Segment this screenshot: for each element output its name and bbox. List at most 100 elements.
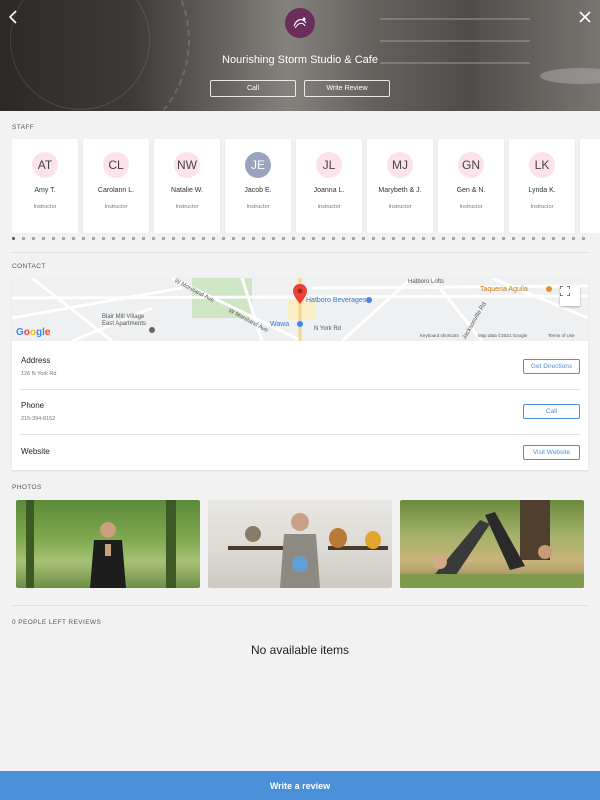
pagination-dot[interactable] <box>532 237 535 240</box>
pagination-dot[interactable] <box>512 237 515 240</box>
visit-website-button[interactable]: Visit Website <box>523 445 580 460</box>
pagination-dot[interactable] <box>362 237 365 240</box>
pagination-dot[interactable] <box>572 237 575 240</box>
pagination-dot[interactable] <box>142 237 145 240</box>
staff-card[interactable]: MJ Marybeth & J. Instructor <box>367 139 433 233</box>
avatar: GN <box>458 152 484 178</box>
pagination-dot[interactable] <box>442 237 445 240</box>
map[interactable]: Blair Mill Village East Apartments Hatbo… <box>12 278 588 341</box>
staff-role: Instructor <box>246 204 270 210</box>
studio-logo-icon <box>285 8 315 38</box>
pagination-dot[interactable] <box>302 237 305 240</box>
staff-name: Natalie W. <box>171 187 203 194</box>
pagination-dot[interactable] <box>32 237 35 240</box>
pagination-dot[interactable] <box>72 237 75 240</box>
pagination-dot[interactable] <box>312 237 315 240</box>
fullscreen-icon[interactable] <box>560 286 580 306</box>
pagination-dot[interactable] <box>132 237 135 240</box>
pagination-dot[interactable] <box>322 237 325 240</box>
pagination-dot[interactable] <box>492 237 495 240</box>
pagination-dot[interactable] <box>192 237 195 240</box>
pagination-dot[interactable] <box>472 237 475 240</box>
pagination-dot[interactable] <box>332 237 335 240</box>
pagination-dot[interactable] <box>102 237 105 240</box>
phone-label: Phone <box>21 401 45 410</box>
staff-card[interactable]: NW Natalie W. Instructor <box>154 139 220 233</box>
pagination-dot[interactable] <box>502 237 505 240</box>
staff-card[interactable]: AT Amy T. Instructor <box>12 139 78 233</box>
pagination-dot[interactable] <box>232 237 235 240</box>
staff-card[interactable]: LK Lynda K. Instructor <box>509 139 575 233</box>
pagination-dot[interactable] <box>522 237 525 240</box>
photo-yoga-forest[interactable] <box>16 500 200 588</box>
pagination-dot[interactable] <box>462 237 465 240</box>
pagination-dot[interactable] <box>42 237 45 240</box>
pagination-dot[interactable] <box>172 237 175 240</box>
pagination-dot[interactable] <box>92 237 95 240</box>
staff-name: Amy T. <box>34 187 56 194</box>
pagination-dot[interactable] <box>22 237 25 240</box>
pagination-dot[interactable] <box>432 237 435 240</box>
staff-card[interactable]: GN Gen & N. Instructor <box>438 139 504 233</box>
address-label: Address <box>21 356 51 365</box>
pagination-dot[interactable] <box>222 237 225 240</box>
write-a-review-button[interactable]: Write a review <box>0 771 600 800</box>
staff-card-partial[interactable] <box>580 139 600 233</box>
pagination-dot[interactable] <box>452 237 455 240</box>
google-letter: G <box>16 327 24 338</box>
pagination-dot[interactable] <box>112 237 115 240</box>
pagination-dot[interactable] <box>382 237 385 240</box>
get-directions-button[interactable]: Get Directions <box>523 359 580 374</box>
address-row: Address 126 N York Rd Get Directions <box>20 344 580 388</box>
pagination-dot[interactable] <box>352 237 355 240</box>
pagination-dot[interactable] <box>202 237 205 240</box>
staff-card[interactable]: CL Carolann L. Instructor <box>83 139 149 233</box>
photo-cafe-instructor[interactable] <box>208 500 392 588</box>
staff-card[interactable]: JL Joanna L. Instructor <box>296 139 362 233</box>
contact-card: Blair Mill Village East Apartments Hatbo… <box>12 278 588 470</box>
map-data-credit: Map data ©2021 Google <box>478 333 528 338</box>
terms-link[interactable]: Terms of Use <box>548 333 575 338</box>
pagination-dot[interactable] <box>562 237 565 240</box>
pagination-dot[interactable] <box>262 237 265 240</box>
pagination-dot[interactable] <box>402 237 405 240</box>
staff-carousel[interactable]: AT Amy T. Instructor CL Carolann L. Inst… <box>12 139 600 233</box>
map-label: Wawa <box>270 321 290 328</box>
chevron-left-icon[interactable] <box>2 6 24 28</box>
write-review-button[interactable]: Write Review <box>304 80 390 97</box>
staff-role: Instructor <box>175 204 199 210</box>
pagination-dot[interactable] <box>412 237 415 240</box>
call-button[interactable]: Call <box>210 80 296 97</box>
pagination-dot[interactable] <box>292 237 295 240</box>
pagination-dot[interactable] <box>282 237 285 240</box>
pagination-dot[interactable] <box>372 237 375 240</box>
staff-role: Instructor <box>530 204 554 210</box>
photo-partner-yoga[interactable] <box>400 500 584 588</box>
pagination-dot[interactable] <box>182 237 185 240</box>
carousel-pagination[interactable] <box>12 236 592 242</box>
pagination-dot[interactable] <box>12 237 15 240</box>
staff-card[interactable]: JE Jacob E. Instructor <box>225 139 291 233</box>
keyboard-shortcuts-link[interactable]: Keyboard shortcuts <box>420 333 459 338</box>
header-banner: Nourishing Storm Studio & Cafe Call Writ… <box>0 0 600 111</box>
pagination-dot[interactable] <box>552 237 555 240</box>
pagination-dot[interactable] <box>242 237 245 240</box>
pagination-dot[interactable] <box>482 237 485 240</box>
pagination-dot[interactable] <box>422 237 425 240</box>
pagination-dot[interactable] <box>122 237 125 240</box>
pagination-dot[interactable] <box>582 237 585 240</box>
google-logo: Google <box>16 327 50 338</box>
pagination-dot[interactable] <box>252 237 255 240</box>
call-phone-button[interactable]: Call <box>523 404 580 419</box>
pagination-dot[interactable] <box>52 237 55 240</box>
pagination-dot[interactable] <box>82 237 85 240</box>
pagination-dot[interactable] <box>62 237 65 240</box>
pagination-dot[interactable] <box>212 237 215 240</box>
pagination-dot[interactable] <box>342 237 345 240</box>
pagination-dot[interactable] <box>542 237 545 240</box>
pagination-dot[interactable] <box>272 237 275 240</box>
pagination-dot[interactable] <box>162 237 165 240</box>
pagination-dot[interactable] <box>152 237 155 240</box>
pagination-dot[interactable] <box>392 237 395 240</box>
close-icon[interactable] <box>574 6 596 28</box>
